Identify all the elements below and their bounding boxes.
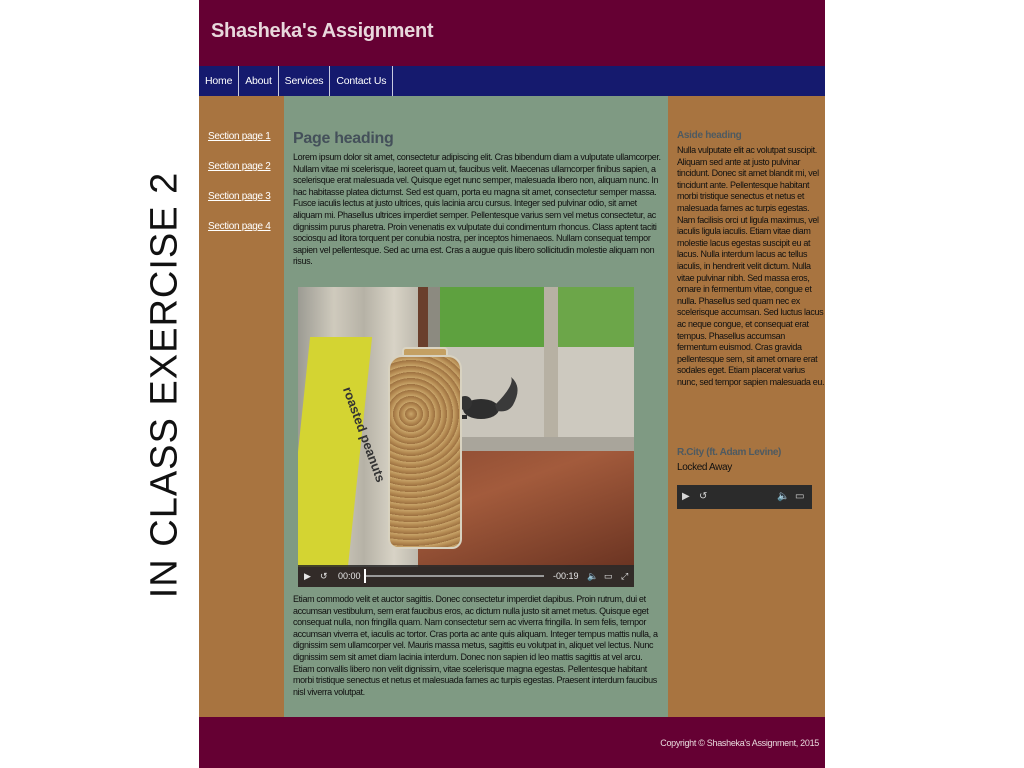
site-header: Shasheka's Assignment: [199, 0, 825, 66]
section-link-item: Section page 2: [208, 156, 284, 174]
main-nav: Home About Services Contact Us: [199, 66, 825, 96]
video-current-time: 00:00: [338, 571, 361, 581]
aside-paragraph: Nulla vulputate elit ac volutpat suscipi…: [677, 145, 825, 387]
nav-contact-us[interactable]: Contact Us: [330, 66, 394, 96]
song-title: Locked Away: [677, 462, 732, 473]
video-controls: ▶ ↺ 00:00 -00:19 🔈 ▭ ⤢: [298, 565, 634, 587]
aside-heading: Aside heading: [677, 130, 742, 141]
aside-panel: Aside heading Nulla vulputate elit ac vo…: [668, 96, 825, 717]
intro-paragraph: Lorem ipsum dolor sit amet, consectetur …: [293, 152, 661, 267]
video-player[interactable]: roasted peanuts ▶ ↺ 00:00 -00:19 🔈 ▭ ⤢: [298, 287, 634, 587]
copyright-text: Copyright © Shasheka's Assignment, 2015: [660, 738, 819, 748]
squirrel-figure: [458, 377, 518, 419]
video-scrubber-track[interactable]: [364, 575, 544, 577]
volume-icon[interactable]: 🔈: [777, 485, 789, 509]
video-grass: [440, 287, 550, 347]
video-door-post: [544, 287, 558, 457]
video-sidewalk-right: [550, 347, 634, 447]
section-link-3[interactable]: Section page 3: [208, 191, 271, 202]
airplay-icon[interactable]: ▭: [604, 565, 613, 587]
section-link-item: Section page 4: [208, 216, 284, 234]
song-artist: R.City (ft. Adam Levine): [677, 447, 782, 458]
volume-icon[interactable]: 🔈: [587, 565, 598, 587]
skip-back-icon[interactable]: ↺: [320, 565, 328, 587]
site-title: Shasheka's Assignment: [211, 20, 434, 42]
section-link-2[interactable]: Section page 2: [208, 161, 271, 172]
skip-back-icon[interactable]: ↺: [699, 485, 707, 509]
body-paragraph: Etiam commodo velit et auctor sagittis. …: [293, 594, 658, 697]
play-icon[interactable]: ▶: [682, 485, 690, 509]
slide-caption: IN CLASS EXERCISE 2: [143, 165, 186, 605]
nav-home[interactable]: Home: [199, 66, 240, 96]
nav-services[interactable]: Services: [279, 66, 331, 96]
section-links: Section page 1 Section page 2 Section pa…: [199, 96, 284, 234]
airplay-icon[interactable]: ▭: [795, 485, 804, 509]
audio-player[interactable]: ▶ ↺ 🔈 ▭: [677, 485, 812, 509]
video-peanut-jar: [388, 355, 462, 549]
video-grass-right: [550, 287, 634, 347]
left-sidebar: Section page 1 Section page 2 Section pa…: [199, 96, 284, 717]
section-link-4[interactable]: Section page 4: [208, 221, 271, 232]
site-footer: Copyright © Shasheka's Assignment, 2015: [199, 717, 825, 768]
video-remaining-time: -00:19: [553, 571, 579, 581]
section-link-1[interactable]: Section page 1: [208, 131, 271, 142]
fullscreen-icon[interactable]: ⤢: [621, 565, 628, 587]
main-content: Page heading Lorem ipsum dolor sit amet,…: [284, 96, 668, 717]
slide-caption-text: IN CLASS EXERCISE 2: [143, 171, 186, 599]
video-scrubber-handle[interactable]: [364, 569, 366, 583]
section-link-item: Section page 1: [208, 126, 284, 144]
page-heading: Page heading: [293, 130, 394, 147]
nav-about[interactable]: About: [239, 66, 279, 96]
web-page: Shasheka's Assignment Home About Service…: [199, 0, 825, 768]
play-icon[interactable]: ▶: [304, 565, 311, 587]
section-link-item: Section page 3: [208, 186, 284, 204]
